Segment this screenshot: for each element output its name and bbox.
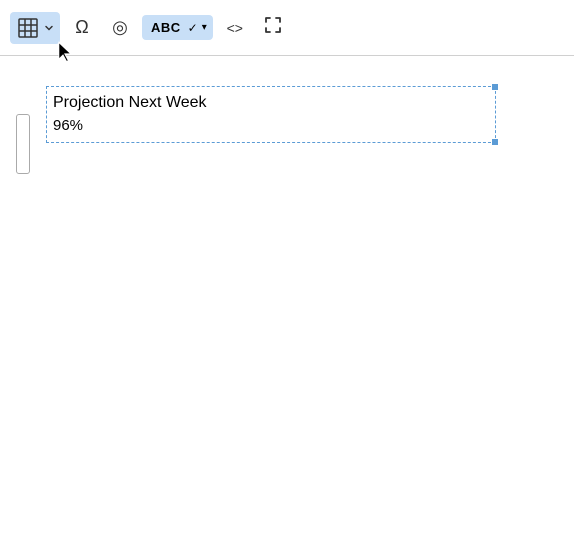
target-button[interactable]: ◎ — [104, 12, 136, 44]
toolbar: Ω ◎ ABC ✓ ▾ <> — [0, 0, 574, 56]
text-block[interactable]: Projection Next Week 96% — [46, 86, 496, 143]
projection-value: 96% — [53, 115, 489, 138]
code-button[interactable]: <> — [219, 12, 251, 44]
table-button-group[interactable] — [10, 12, 60, 44]
omega-button[interactable]: Ω — [66, 12, 98, 44]
table-icon[interactable] — [14, 14, 42, 42]
code-icon: <> — [227, 20, 243, 36]
resize-handle-top-right[interactable] — [491, 83, 499, 91]
projection-title: Projection Next Week — [53, 91, 489, 115]
abc-label: ABC — [146, 17, 186, 38]
expand-button[interactable] — [257, 12, 289, 44]
resize-handle-bottom-right[interactable] — [491, 138, 499, 146]
omega-icon: Ω — [75, 17, 88, 38]
content-area: Projection Next Week 96% — [0, 56, 574, 163]
target-icon: ◎ — [112, 17, 128, 38]
abc-check-icon: ✓ — [186, 19, 200, 37]
left-sidebar-bar — [16, 114, 30, 174]
abc-button-group[interactable]: ABC ✓ ▾ — [142, 15, 213, 40]
expand-icon — [264, 16, 282, 39]
table-dropdown-arrow[interactable] — [42, 19, 56, 37]
abc-dropdown-arrow[interactable]: ▾ — [200, 20, 209, 35]
